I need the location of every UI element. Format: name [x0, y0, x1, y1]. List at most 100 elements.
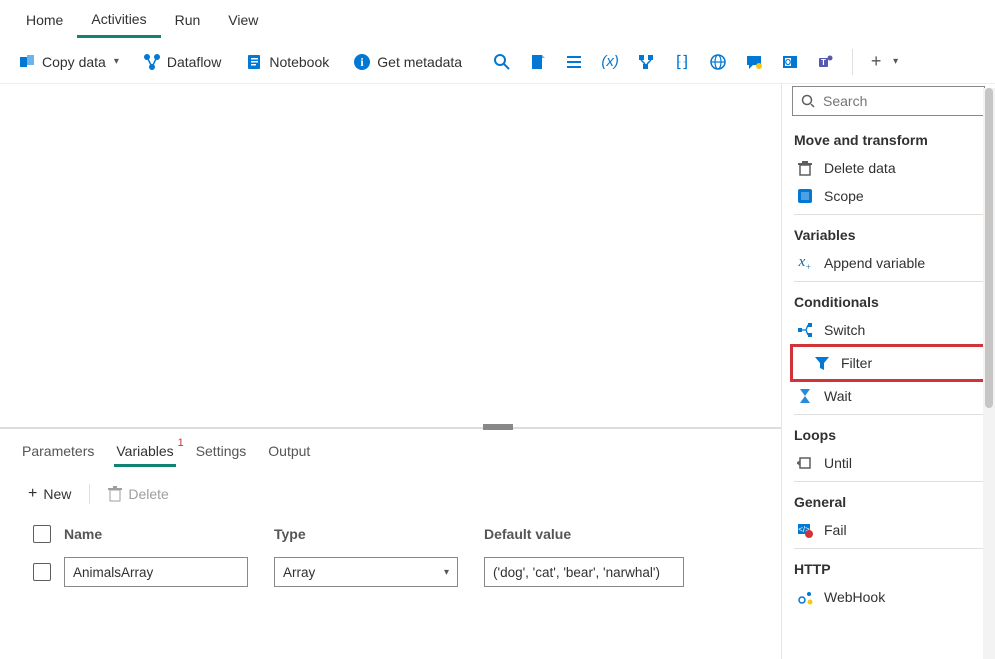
bracket-icon: ⁅⁆: [676, 53, 688, 71]
activity-label: Until: [824, 455, 852, 471]
activities-search[interactable]: [792, 86, 985, 116]
globe-icon-button[interactable]: [704, 49, 732, 75]
copy-data-label: Copy data: [42, 54, 106, 70]
outlook-icon: O: [781, 53, 799, 71]
variable-type-select[interactable]: Array▾: [274, 557, 458, 587]
pipeline-icon-button[interactable]: [632, 49, 660, 75]
copy-data-button[interactable]: Copy data ▾: [10, 49, 127, 75]
delete-variable-button[interactable]: Delete: [100, 482, 176, 506]
vertical-scrollbar[interactable]: [983, 88, 995, 659]
group-title: Conditionals: [782, 286, 995, 316]
activities-search-input[interactable]: [821, 92, 995, 110]
group-title: HTTP: [782, 553, 995, 583]
chevron-down-icon: ▾: [893, 56, 898, 67]
get-metadata-label: Get metadata: [377, 54, 462, 70]
add-activity-button[interactable]: + ▾: [857, 49, 908, 75]
chevron-down-icon: ▾: [114, 56, 119, 67]
variable-name-input[interactable]: [64, 557, 248, 587]
teams-icon: T: [817, 53, 835, 71]
activity-label: Scope: [824, 188, 864, 204]
search-icon: [801, 94, 815, 108]
separator: [89, 484, 90, 504]
badge: 1: [178, 437, 184, 449]
new-variable-button[interactable]: + New: [20, 481, 79, 507]
variable-icon-button[interactable]: (x): [596, 49, 624, 75]
group-separator: [794, 481, 983, 482]
group-title: Variables: [782, 219, 995, 249]
activity-label: WebHook: [824, 589, 885, 605]
activity-scope[interactable]: Scope: [782, 182, 995, 210]
variable-icon: (x): [601, 53, 619, 71]
highlighted-item: Filter: [790, 344, 987, 382]
group-separator: [794, 281, 983, 282]
tab-output[interactable]: Output: [266, 437, 312, 467]
group-title: Loops: [782, 419, 995, 449]
notebook-label: Notebook: [269, 54, 329, 70]
top-menu-run[interactable]: Run: [161, 2, 215, 38]
activity-label: Switch: [824, 322, 865, 338]
top-menu-activities[interactable]: Activities: [77, 1, 160, 38]
delete-label: Delete: [128, 486, 168, 502]
toolbar: Copy data ▾ Dataflow Notebook i Get meta…: [0, 40, 995, 84]
activities-panel: Move and transformDelete dataScopeVariab…: [781, 84, 995, 659]
group-separator: [794, 548, 983, 549]
append-variable-icon: x+: [796, 254, 814, 272]
activity-filter[interactable]: Filter: [799, 349, 980, 377]
activity-delete-data[interactable]: Delete data: [782, 154, 995, 182]
activity-fail[interactable]: </> Fail: [782, 516, 995, 544]
wait-icon: [796, 387, 814, 405]
plus-icon: +: [28, 485, 37, 503]
group-separator: [794, 214, 983, 215]
tab-settings[interactable]: Settings: [194, 437, 249, 467]
activity-until[interactable]: Until: [782, 449, 995, 477]
filter-icon: [813, 354, 831, 372]
select-all-checkbox[interactable]: [33, 525, 51, 543]
activity-label: Delete data: [824, 160, 896, 176]
script-icon: [529, 53, 547, 71]
search-icon: [493, 53, 511, 71]
tab-variables[interactable]: Variables1: [114, 437, 175, 467]
chat-icon: [745, 53, 763, 71]
row-checkbox[interactable]: [33, 563, 51, 581]
svg-text:O: O: [785, 58, 791, 67]
activity-label: Append variable: [824, 255, 925, 271]
group-separator: [794, 414, 983, 415]
notebook-button[interactable]: Notebook: [237, 49, 337, 75]
dataflow-button[interactable]: Dataflow: [135, 49, 229, 75]
info-icon: i: [353, 53, 371, 71]
globe-icon: [709, 53, 727, 71]
copy-data-icon: [18, 53, 36, 71]
teams-icon-button[interactable]: T: [812, 49, 840, 75]
dataflow-icon: [143, 53, 161, 71]
bracket-icon-button[interactable]: ⁅⁆: [668, 49, 696, 75]
fail-icon: </>: [796, 521, 814, 539]
top-menu-home[interactable]: Home: [12, 2, 77, 38]
activity-webhook[interactable]: WebHook: [782, 583, 995, 611]
chat-icon-button[interactable]: [740, 49, 768, 75]
get-metadata-button[interactable]: i Get metadata: [345, 49, 470, 75]
search-icon-button[interactable]: [488, 49, 516, 75]
notebook-icon: [245, 53, 263, 71]
outlook-icon-button[interactable]: O: [776, 49, 804, 75]
group-title: General: [782, 486, 995, 516]
switch-icon: [796, 321, 814, 339]
pipeline-icon: [637, 53, 655, 71]
list-icon-button[interactable]: [560, 49, 588, 75]
scrollbar-thumb[interactable]: [985, 88, 993, 408]
chevron-down-icon: ▾: [444, 567, 449, 578]
scope-icon: [796, 187, 814, 205]
toolbar-divider: [852, 49, 853, 75]
activity-switch[interactable]: Switch: [782, 316, 995, 344]
dataflow-label: Dataflow: [167, 54, 221, 70]
variable-default-input[interactable]: [484, 557, 684, 587]
plus-icon: +: [867, 53, 885, 71]
top-menu-view[interactable]: View: [214, 2, 272, 38]
tab-parameters[interactable]: Parameters: [20, 437, 96, 467]
script-icon-button[interactable]: [524, 49, 552, 75]
activity-label: Wait: [824, 388, 851, 404]
activity-label: Fail: [824, 522, 847, 538]
header-default: Default value: [484, 526, 694, 542]
activity-wait[interactable]: Wait: [782, 382, 995, 410]
list-icon: [565, 53, 583, 71]
activity-append-variable[interactable]: x+ Append variable: [782, 249, 995, 277]
